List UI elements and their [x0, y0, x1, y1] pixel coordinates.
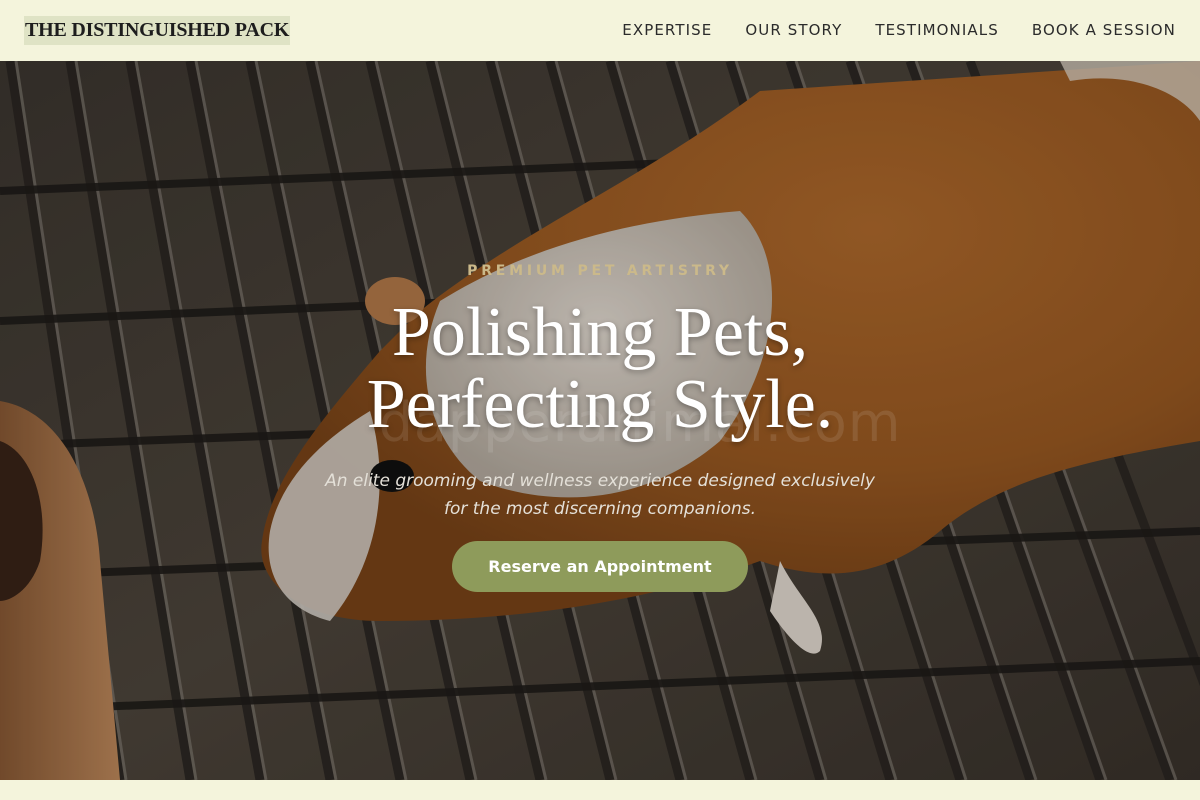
hero-headline-line-2: Perfecting Style. [366, 366, 834, 443]
brand-logo[interactable]: THE DISTINGUISHED PACK [24, 15, 291, 45]
site-header: THE DISTINGUISHED PACK EXPERTISE OUR STO… [0, 0, 1200, 60]
section-divider [0, 780, 1200, 800]
hero-headline: Polishing Pets, Perfecting Style. [0, 297, 1200, 441]
nav-link-expertise[interactable]: EXPERTISE [622, 21, 712, 39]
hero-eyebrow: PREMIUM PET ARTISTRY [467, 263, 733, 279]
reserve-appointment-button[interactable]: Reserve an Appointment [452, 541, 748, 592]
hero-headline-line-1: Polishing Pets, [391, 294, 809, 371]
hero-subtitle-line-2: for the most discerning companions. [443, 499, 757, 519]
hero-subtitle-line-1: An elite grooming and wellness experienc… [325, 471, 875, 491]
main-nav: EXPERTISE OUR STORY TESTIMONIALS BOOK A … [622, 21, 1176, 39]
nav-link-our-story[interactable]: OUR STORY [745, 21, 842, 39]
nav-link-book-a-session[interactable]: BOOK A SESSION [1032, 21, 1176, 39]
hero-subtitle: An elite grooming and wellness experienc… [300, 467, 900, 523]
hero-section: PREMIUM PET ARTISTRY dapperanimal.com Po… [0, 61, 1200, 780]
nav-link-testimonials[interactable]: TESTIMONIALS [875, 21, 998, 39]
